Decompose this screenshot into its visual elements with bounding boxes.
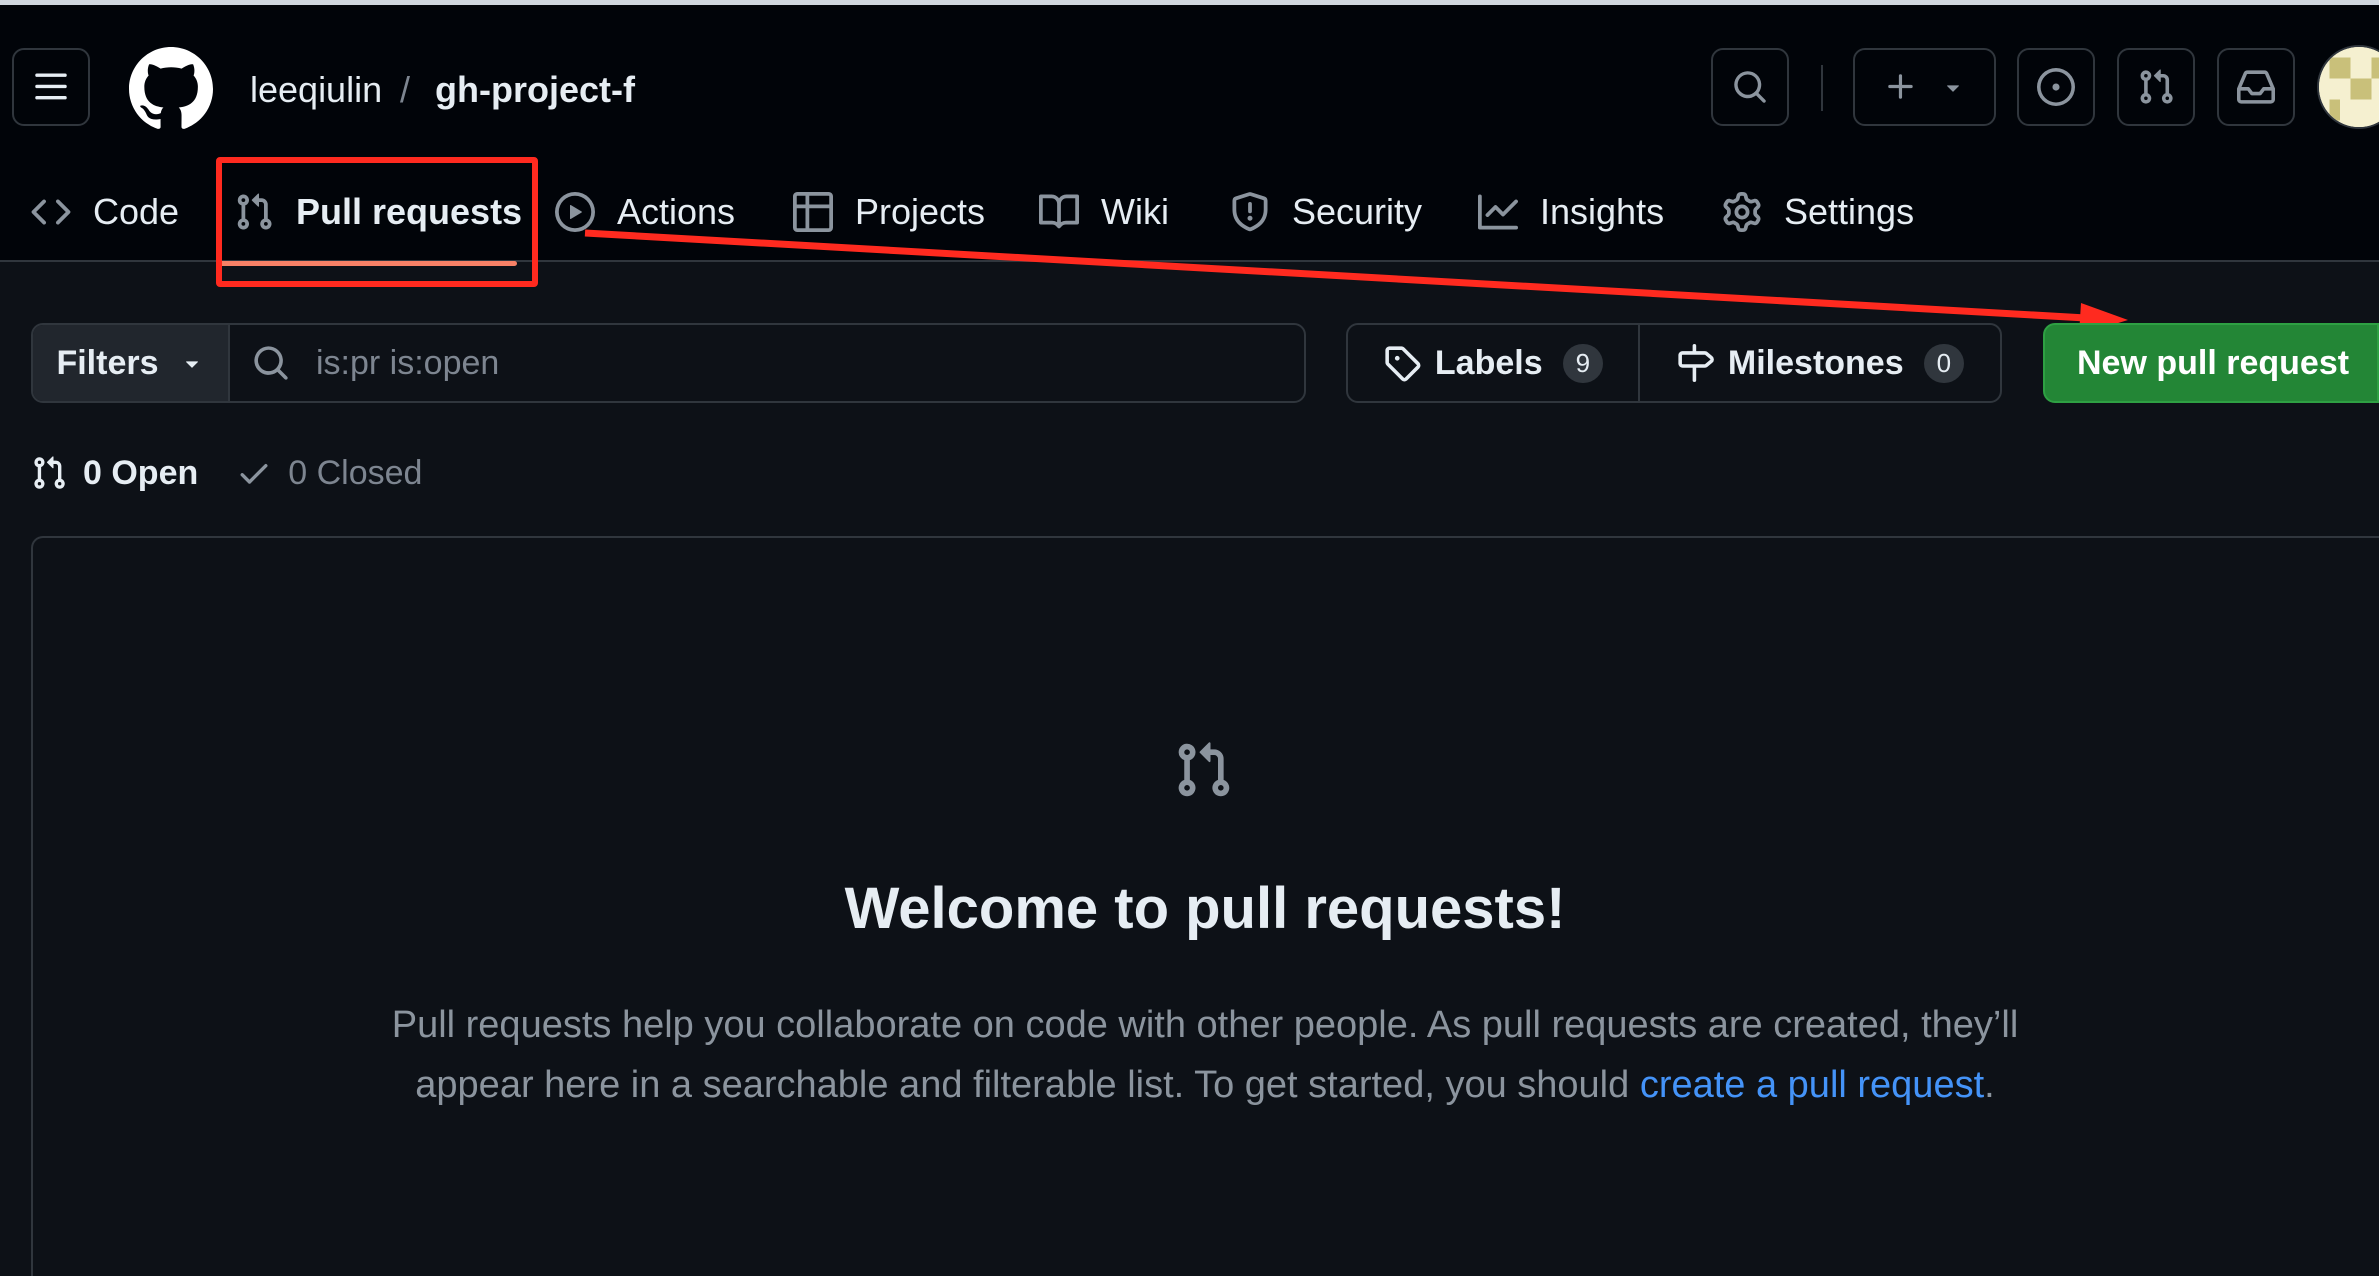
plus-icon	[1884, 70, 1918, 104]
labels-button[interactable]: Labels 9	[1348, 325, 1640, 401]
tab-label: Security	[1292, 191, 1422, 233]
play-icon	[555, 192, 595, 232]
tab-insights[interactable]: Insights	[1478, 183, 1664, 241]
milestone-icon	[1676, 344, 1714, 382]
inbox-icon	[2237, 68, 2275, 106]
filter-bar: Filters	[31, 323, 1306, 403]
open-filter-link[interactable]: 0 Open	[31, 454, 198, 493]
blankslate-text-end: .	[1984, 1064, 1995, 1106]
triangle-down-icon	[1940, 74, 1966, 100]
blankslate-description: Pull requests help you collaborate on co…	[330, 995, 2080, 1115]
breadcrumb-repo[interactable]: gh-project-f	[435, 66, 635, 114]
create-pull-request-link[interactable]: create a pull request	[1640, 1064, 1984, 1106]
search-button[interactable]	[1711, 48, 1789, 126]
milestones-button[interactable]: Milestones 0	[1640, 325, 2000, 401]
check-icon	[236, 455, 272, 491]
open-count-label: 0 Open	[83, 454, 198, 493]
git-pull-request-icon	[31, 455, 67, 491]
git-pull-request-icon	[2137, 68, 2175, 106]
create-new-button[interactable]	[1853, 48, 1996, 126]
pull-requests-button[interactable]	[2117, 48, 2195, 126]
triangle-down-icon	[179, 350, 205, 376]
issue-opened-icon	[2037, 68, 2075, 106]
pr-state-toggle: 0 Open 0 Closed	[31, 448, 422, 498]
filters-label: Filters	[56, 344, 158, 383]
shield-icon	[1230, 192, 1270, 232]
tab-actions[interactable]: Actions	[555, 183, 735, 241]
search-icon	[252, 344, 290, 382]
tab-label: Settings	[1784, 191, 1914, 233]
new-pull-request-button[interactable]: New pull request	[2043, 323, 2379, 403]
milestones-count-badge: 0	[1924, 344, 1964, 383]
tab-security[interactable]: Security	[1230, 183, 1422, 241]
milestones-label: Milestones	[1728, 344, 1904, 383]
menu-button[interactable]	[12, 48, 90, 126]
labels-count-badge: 9	[1563, 344, 1603, 383]
tab-label: Projects	[855, 191, 985, 233]
graph-icon	[1478, 192, 1518, 232]
code-icon	[31, 192, 71, 232]
table-icon	[793, 192, 833, 232]
search-icon	[1732, 69, 1768, 105]
blankslate-title: Welcome to pull requests!	[0, 875, 2379, 942]
search-field[interactable]	[230, 325, 1304, 401]
github-logo-icon[interactable]	[129, 47, 213, 131]
new-pull-request-label: New pull request	[2077, 344, 2349, 383]
hamburger-icon	[33, 69, 69, 105]
tab-wiki[interactable]: Wiki	[1039, 183, 1169, 241]
tab-label: Code	[93, 191, 179, 233]
tab-projects[interactable]: Projects	[793, 183, 985, 241]
tab-settings[interactable]: Settings	[1722, 183, 1914, 241]
tab-label: Insights	[1540, 191, 1664, 233]
header-divider	[1821, 65, 1823, 111]
tab-label: Actions	[617, 191, 735, 233]
gear-icon	[1722, 192, 1762, 232]
git-pull-request-icon	[1173, 740, 1233, 800]
search-input[interactable]	[314, 343, 1214, 384]
breadcrumb-separator: /	[400, 66, 410, 114]
breadcrumb-owner[interactable]: leeqiulin	[250, 66, 382, 114]
labels-label: Labels	[1435, 344, 1543, 383]
closed-count-label: 0 Closed	[288, 454, 422, 493]
tab-code[interactable]: Code	[31, 183, 179, 241]
filters-button[interactable]: Filters	[33, 325, 230, 401]
tag-icon	[1383, 344, 1421, 382]
inbox-button[interactable]	[2217, 48, 2295, 126]
closed-filter-link[interactable]: 0 Closed	[236, 454, 422, 493]
book-icon	[1039, 192, 1079, 232]
labels-milestones-group: Labels 9 Milestones 0	[1346, 323, 2002, 403]
avatar[interactable]	[2317, 45, 2379, 129]
issues-button[interactable]	[2017, 48, 2095, 126]
tab-label: Wiki	[1101, 191, 1169, 233]
annotation-highlight-box	[216, 157, 538, 287]
